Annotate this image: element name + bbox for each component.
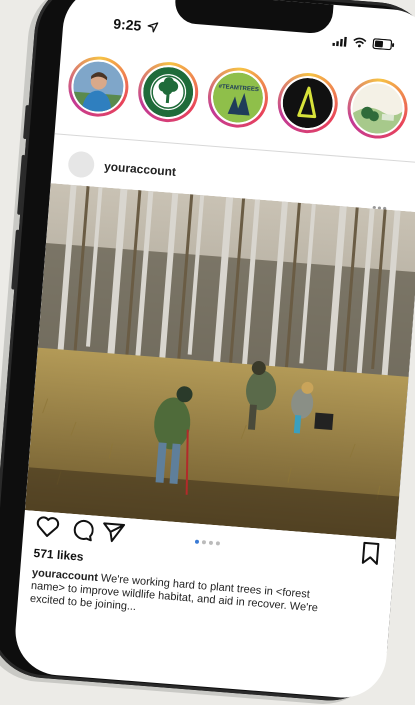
status-time-text: 9:25 bbox=[112, 15, 142, 34]
post-caption: youraccount We're working hard to plant … bbox=[29, 567, 331, 629]
forest-planting-photo bbox=[24, 183, 415, 540]
stories-row[interactable]: #TEAMTREES bbox=[66, 54, 415, 142]
signal-icon bbox=[332, 36, 347, 47]
heart-icon[interactable] bbox=[35, 515, 61, 539]
tree-badge-logo bbox=[141, 65, 195, 119]
carousel-dot bbox=[215, 541, 221, 546]
status-icons bbox=[332, 35, 395, 51]
story-teamtrees[interactable]: #TEAMTREES bbox=[205, 65, 271, 130]
carousel-dot-active bbox=[194, 539, 200, 544]
notch bbox=[173, 0, 334, 35]
landscape-logo bbox=[350, 81, 405, 136]
carousel-dot bbox=[208, 540, 214, 545]
phone-mockup: 9:25 #TEAMTREES youraccount ••• 571 like… bbox=[0, 0, 415, 705]
battery-icon bbox=[372, 38, 395, 51]
story-ring-inner bbox=[69, 57, 128, 116]
story-triangle-logo[interactable] bbox=[275, 70, 341, 136]
volume-up-button bbox=[23, 104, 30, 140]
app-screen: 9:25 #TEAMTREES youraccount ••• 571 like… bbox=[12, 0, 415, 701]
story-ring-inner bbox=[139, 63, 198, 122]
share-icon[interactable] bbox=[101, 520, 127, 544]
avatar[interactable] bbox=[67, 150, 96, 179]
wifi-icon bbox=[353, 37, 367, 48]
volume-down-button bbox=[17, 154, 26, 215]
story-ring-inner bbox=[348, 79, 407, 138]
story-landscape[interactable] bbox=[345, 76, 410, 141]
story-person[interactable] bbox=[66, 54, 131, 119]
status-time: 9:25 bbox=[113, 16, 159, 35]
carousel-dot bbox=[201, 540, 207, 545]
triangle-logo bbox=[281, 76, 335, 130]
silent-switch bbox=[11, 229, 20, 290]
post-photo[interactable] bbox=[24, 183, 415, 540]
likes-count[interactable]: 571 likes bbox=[33, 546, 84, 564]
story-tree-badge[interactable] bbox=[135, 59, 201, 125]
story-ring-inner: #TEAMTREES bbox=[208, 68, 268, 127]
comment-icon[interactable] bbox=[69, 518, 95, 542]
story-ring-inner bbox=[278, 74, 337, 133]
post-username[interactable]: youraccount bbox=[104, 159, 177, 179]
bookmark-icon[interactable] bbox=[360, 541, 382, 566]
phone-frame: 9:25 #TEAMTREES youraccount ••• 571 like… bbox=[0, 0, 415, 705]
teamtrees-logo: #TEAMTREES bbox=[211, 71, 265, 125]
location-arrow-icon bbox=[147, 22, 159, 33]
story-person-image bbox=[71, 59, 126, 114]
carousel-dots bbox=[194, 539, 221, 546]
